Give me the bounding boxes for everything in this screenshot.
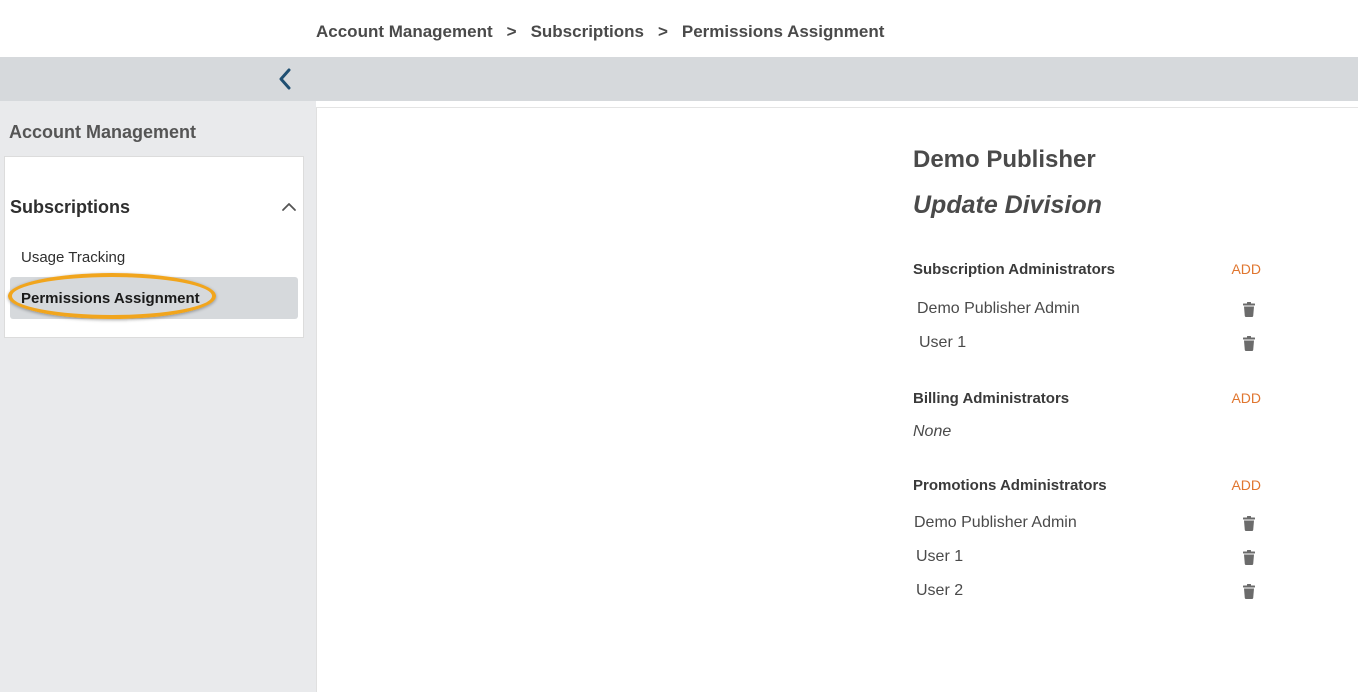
breadcrumb-separator: > <box>506 22 517 41</box>
add-billing-admin-button[interactable]: ADD <box>1231 390 1261 406</box>
chevron-left-icon <box>279 68 291 90</box>
breadcrumb-item-subscriptions[interactable]: Subscriptions <box>531 22 644 42</box>
group-header-billing-administrators: Billing Administrators ADD <box>913 388 1263 408</box>
sidebar-title: Account Management <box>9 122 197 142</box>
breadcrumb-item-permissions-assignment: Permissions Assignment <box>681 22 885 41</box>
member-name: User 2 <box>916 582 964 599</box>
collapse-sidebar-button[interactable] <box>273 66 297 92</box>
sidebar-section-label: Subscriptions <box>10 196 131 217</box>
list-item: Demo Publisher Admin <box>913 297 1263 321</box>
list-item: User 1 <box>913 331 1263 355</box>
list-item: Demo Publisher Admin <box>913 511 1263 535</box>
trash-icon[interactable] <box>1241 548 1257 566</box>
member-name: Demo Publisher Admin <box>914 514 1077 531</box>
main-content: Demo Publisher Update Division Subscript… <box>316 107 1358 692</box>
chevron-up-icon <box>278 196 300 218</box>
sidebar-section-subscriptions[interactable]: Subscriptions <box>10 195 300 219</box>
empty-state-text: None <box>913 423 952 440</box>
add-subscription-admin-button[interactable]: ADD <box>1231 261 1261 277</box>
list-item: User 2 <box>913 579 1263 603</box>
group-header-subscription-administrators: Subscription Administrators ADD <box>913 259 1263 279</box>
sidebar-nav-card: Subscriptions Usage Tracking Permissions… <box>4 156 304 338</box>
list-item: User 1 <box>913 545 1263 569</box>
panel-subtitle: Update Division <box>913 191 1102 219</box>
trash-icon[interactable] <box>1241 514 1257 532</box>
group-title: Billing Administrators <box>913 389 1070 407</box>
member-name: User 1 <box>916 548 964 565</box>
sidebar-item-label: Permissions Assignment <box>21 289 200 307</box>
member-name: User 1 <box>919 334 967 351</box>
sidebar-item-permissions-assignment[interactable]: Permissions Assignment <box>10 277 298 319</box>
breadcrumb-item-account-management[interactable]: Account Management <box>316 22 493 42</box>
collapse-bar <box>0 57 1358 101</box>
member-name: Demo Publisher Admin <box>917 300 1080 317</box>
breadcrumb: Account Management > Subscriptions > Per… <box>316 22 884 42</box>
trash-icon[interactable] <box>1241 582 1257 600</box>
group-header-promotions-administrators: Promotions Administrators ADD <box>913 475 1263 495</box>
top-bar: Account Management > Subscriptions > Per… <box>0 0 1358 57</box>
publisher-name: Demo Publisher <box>913 146 1096 173</box>
sidebar-item-label: Usage Tracking <box>21 248 126 266</box>
group-title: Promotions Administrators <box>913 476 1107 494</box>
sidebar: Account Management Subscriptions Usage T… <box>0 101 316 692</box>
group-title: Subscription Administrators <box>913 260 1115 278</box>
trash-icon[interactable] <box>1241 300 1257 318</box>
trash-icon[interactable] <box>1241 334 1257 352</box>
sidebar-item-usage-tracking[interactable]: Usage Tracking <box>10 237 298 277</box>
breadcrumb-separator: > <box>657 22 668 41</box>
add-promotions-admin-button[interactable]: ADD <box>1231 477 1261 493</box>
